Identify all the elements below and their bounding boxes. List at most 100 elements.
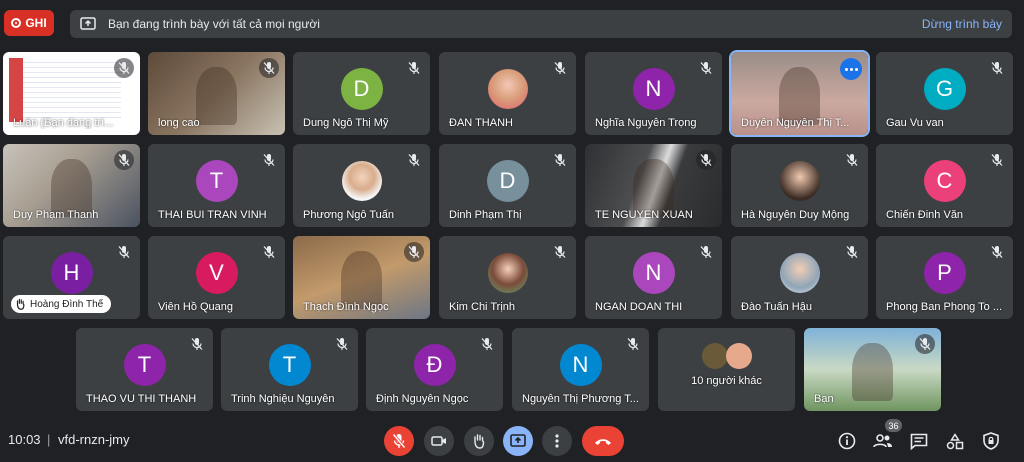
- participant-name: Nguyễn Thị Phương T...: [522, 393, 639, 405]
- recording-button[interactable]: GHI: [4, 10, 54, 36]
- participant-tile[interactable]: Luân (Bạn đang trì...: [3, 52, 140, 135]
- meeting-clock: 10:03: [8, 432, 41, 447]
- participant-name: Duy Phạm Thanh: [13, 209, 99, 221]
- participant-tile[interactable]: Phương Ngô Tuấn: [293, 144, 430, 227]
- meeting-details-button[interactable]: [836, 430, 858, 452]
- avatar: D: [340, 68, 383, 111]
- people-button[interactable]: [872, 430, 894, 452]
- other-participants-avatars: [702, 343, 752, 369]
- participant-name: Dinh Phạm Thị: [449, 209, 522, 221]
- mic-muted-icon: [987, 58, 1007, 78]
- participant-name: Phong Ban Phong To ...: [886, 301, 1002, 313]
- mic-off-icon: [392, 433, 406, 449]
- host-controls-button[interactable]: [980, 430, 1002, 452]
- raise-hand-button[interactable]: [464, 426, 494, 456]
- mic-muted-icon: [114, 58, 134, 78]
- participant-tile[interactable]: Đ Định Nguyễn Ngọc: [366, 328, 503, 411]
- participant-tile[interactable]: Hà Nguyễn Duy Mộng: [731, 144, 868, 227]
- participant-tile[interactable]: D Dung Ngô Thị Mỹ: [293, 52, 430, 135]
- raised-hand-name: Hoàng Đình Thế: [30, 298, 104, 310]
- mic-muted-icon: [114, 242, 134, 262]
- mic-muted-icon: [259, 150, 279, 170]
- mic-muted-icon: [987, 150, 1007, 170]
- avatar-photo: [779, 161, 820, 202]
- avatar: D: [486, 160, 529, 203]
- participant-name: THAO VU THI THANH: [86, 393, 197, 405]
- participant-tile[interactable]: T THAO VU THI THANH: [76, 328, 213, 411]
- participant-name: Đào Tuấn Hậu: [741, 301, 812, 313]
- mic-muted-icon: [477, 334, 497, 354]
- participant-tile[interactable]: Duyên Nguyễn Thị T...: [731, 52, 868, 135]
- chat-button[interactable]: [908, 430, 930, 452]
- participant-tile[interactable]: ĐAN THANH: [439, 52, 576, 135]
- participant-tile[interactable]: V Viên Hồ Quang: [148, 236, 285, 319]
- more-options-button[interactable]: [542, 426, 572, 456]
- participant-tile[interactable]: C Chiến Đinh Văn: [876, 144, 1013, 227]
- present-icon: [510, 434, 526, 447]
- mic-muted-icon: [696, 150, 716, 170]
- mic-muted-icon: [259, 58, 279, 78]
- participant-name: Định Nguyễn Ngọc: [376, 393, 469, 405]
- leave-call-button[interactable]: [582, 426, 624, 456]
- recording-label: GHI: [25, 16, 47, 30]
- participant-name: ĐAN THANH: [449, 117, 513, 129]
- participant-tile[interactable]: Duy Phạm Thanh: [3, 144, 140, 227]
- mic-muted-icon: [404, 58, 424, 78]
- participant-tile[interactable]: N Nguyễn Thị Phương T...: [512, 328, 649, 411]
- participant-tile[interactable]: Đào Tuấn Hậu: [731, 236, 868, 319]
- participant-name: Trinh Nghiệu Nguyễn: [231, 393, 335, 405]
- toggle-mic-button[interactable]: [384, 426, 414, 456]
- participant-tile[interactable]: N NGAN DOAN THI: [585, 236, 722, 319]
- avatar: H: [50, 252, 93, 295]
- participant-tile[interactable]: T Trinh Nghiệu Nguyễn: [221, 328, 358, 411]
- activities-button[interactable]: [944, 430, 966, 452]
- participant-tile[interactable]: T THAI BUI TRAN VINH: [148, 144, 285, 227]
- stop-presenting-button[interactable]: Dừng trình bày: [922, 17, 1002, 31]
- avatar: T: [123, 344, 166, 387]
- info-icon: [838, 432, 856, 450]
- mic-muted-icon: [404, 242, 424, 262]
- participant-tile[interactable]: 10 người khác: [658, 328, 795, 411]
- avatar: Đ: [413, 344, 456, 387]
- activities-icon: [946, 432, 964, 449]
- participant-tile[interactable]: G Gau Vu van: [876, 52, 1013, 135]
- participant-tile[interactable]: long cao: [148, 52, 285, 135]
- participant-tile[interactable]: H Hoàng Đình Thế: [3, 236, 140, 319]
- participant-tile[interactable]: Bạn: [804, 328, 941, 411]
- participant-name: Phương Ngô Tuấn: [303, 209, 395, 221]
- mic-muted-icon: [404, 150, 424, 170]
- mic-muted-icon: [842, 150, 862, 170]
- mic-muted-icon: [259, 242, 279, 262]
- participant-tile[interactable]: P Phong Ban Phong To ...: [876, 236, 1013, 319]
- participant-tile[interactable]: TE NGUYEN XUAN: [585, 144, 722, 227]
- mic-muted-icon: [623, 334, 643, 354]
- participant-tile[interactable]: Kim Chi Trịnh: [439, 236, 576, 319]
- mic-muted-icon: [987, 242, 1007, 262]
- present-screen-button[interactable]: [503, 426, 533, 456]
- participant-name: Duyên Nguyễn Thị T...: [741, 117, 850, 129]
- avatar: N: [559, 344, 602, 387]
- avatar-photo: [341, 161, 382, 202]
- avatar: N: [632, 68, 675, 111]
- participant-tile[interactable]: N Nghĩa Nguyễn Trọng: [585, 52, 722, 135]
- mic-muted-icon: [696, 242, 716, 262]
- more-vert-icon: [555, 434, 559, 448]
- toggle-camera-button[interactable]: [424, 426, 454, 456]
- participant-tile[interactable]: Thạch Đình Ngọc: [293, 236, 430, 319]
- tile-options-button[interactable]: [840, 58, 862, 80]
- participant-name: Gau Vu van: [886, 117, 944, 129]
- participant-tile[interactable]: D Dinh Phạm Thị: [439, 144, 576, 227]
- participant-name: Dung Ngô Thị Mỹ: [303, 117, 389, 129]
- participant-name: 10 người khác: [691, 375, 762, 387]
- hang-up-icon: [595, 438, 611, 445]
- avatar-photo: [726, 343, 752, 369]
- hand-icon: [16, 298, 25, 310]
- mic-muted-icon: [550, 58, 570, 78]
- participant-name: Kim Chi Trịnh: [449, 301, 516, 313]
- presenting-message: Bạn đang trình bày với tất cả mọi người: [108, 17, 320, 31]
- avatar-photo: [702, 343, 728, 369]
- mic-muted-icon: [332, 334, 352, 354]
- participant-name: TE NGUYEN XUAN: [595, 209, 693, 221]
- meeting-controls-bar: 10:03 | vfd-rnzn-jmy: [0, 414, 1024, 462]
- avatar: G: [923, 68, 966, 111]
